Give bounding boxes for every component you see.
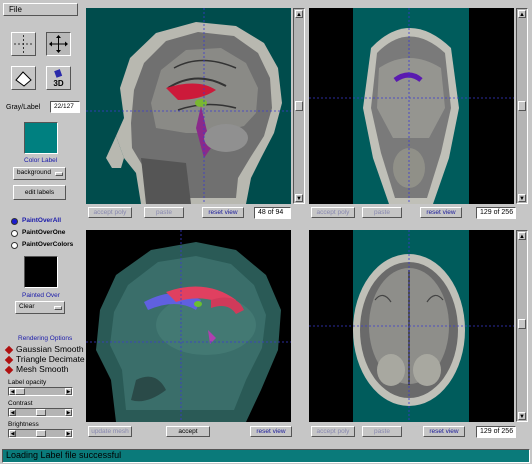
arrow-down-icon[interactable]: ▼ (518, 194, 526, 202)
coronal-slice-field[interactable]: 129 of 256 (476, 207, 516, 219)
arrow-up-icon[interactable]: ▲ (295, 10, 303, 18)
coronal-paste-button[interactable]: paste (362, 207, 402, 218)
label-opacity-caption: Label opacity (8, 379, 47, 386)
coronal-view[interactable] (309, 8, 514, 204)
painted-over-selected: Clear (19, 303, 35, 310)
paint-over-colors-option[interactable]: PaintOverColors (11, 241, 91, 251)
sagittal-view[interactable] (86, 8, 291, 204)
coronal-accept-poly-button[interactable]: accept poly (311, 207, 355, 218)
sagittal-accept-poly-button[interactable]: accept poly (88, 207, 132, 218)
coronal-reset-view-button[interactable]: reset view (420, 207, 462, 218)
arrow-left-icon[interactable]: ◀ (9, 430, 16, 437)
axial-paste-button[interactable]: paste (362, 426, 402, 437)
slider-thumb[interactable] (36, 430, 46, 437)
coronal-scrollbar[interactable]: ▲ ▼ (516, 8, 528, 204)
arrow-right-icon[interactable]: ▶ (65, 409, 72, 416)
axial-accept-poly-button[interactable]: accept poly (311, 426, 355, 437)
move-tool-button[interactable] (46, 32, 71, 56)
paint-over-all-option[interactable]: PaintOverAll (11, 217, 91, 227)
axial-view[interactable] (309, 230, 514, 422)
brightness-caption: Brightness (8, 421, 39, 428)
eraser-tool-button[interactable] (11, 66, 36, 90)
rendering-option-label: Mesh Smooth (16, 364, 69, 374)
painted-over-title: Painted Over (22, 292, 60, 299)
mesh-smooth-option[interactable]: Mesh Smooth (4, 364, 86, 375)
crosshair-tool-button[interactable] (11, 32, 36, 56)
render-3d-image (86, 230, 291, 422)
sagittal-slice-field[interactable]: 48 of 94 (254, 207, 291, 219)
sagittal-scrollbar[interactable]: ▲ ▼ (293, 8, 305, 204)
contrast-slider[interactable]: ◀ ▶ (8, 408, 73, 417)
brightness-slider[interactable]: ◀ ▶ (8, 429, 73, 438)
axial-scrollbar[interactable]: ▲ ▼ (516, 230, 528, 422)
arrow-right-icon[interactable]: ▶ (65, 430, 72, 437)
slider-thumb[interactable] (15, 388, 25, 395)
arrow-down-icon[interactable]: ▼ (295, 194, 303, 202)
rendering-option-label: Gaussian Smooth (16, 344, 84, 354)
contrast-caption: Contrast (8, 400, 33, 407)
coronal-brain-image (309, 8, 514, 204)
diamond-toggle-icon (4, 365, 14, 375)
arrow-left-icon[interactable]: ◀ (9, 409, 16, 416)
scroll-thumb[interactable] (295, 101, 303, 111)
update-mesh-button[interactable]: update mesh (88, 426, 132, 437)
edit-labels-button[interactable]: edit labels (13, 185, 66, 200)
painted-over-swatch[interactable] (24, 256, 58, 288)
3d-label: 3D (53, 79, 64, 88)
dropdown-indicator-icon (54, 306, 62, 310)
paint-mode-label: PaintOverAll (22, 217, 62, 224)
render-accept-button[interactable]: accept (166, 426, 210, 437)
arrow-up-icon[interactable]: ▲ (518, 232, 526, 240)
axial-slice-field[interactable]: 129 of 256 (476, 426, 516, 438)
diamond-toggle-icon (4, 355, 14, 365)
color-label-swatch[interactable] (24, 122, 58, 154)
3d-view-button[interactable]: 3D (46, 66, 71, 90)
diamond-toggle-icon (4, 345, 14, 355)
move-arrows-icon (49, 35, 68, 53)
status-bar: Loading Label file successful (2, 449, 530, 463)
sagittal-brain-image (86, 8, 291, 204)
sagittal-paste-button[interactable]: paste (144, 207, 184, 218)
color-label-dropdown[interactable]: background (13, 167, 66, 180)
radio-unselected-icon (11, 230, 18, 237)
color-label-title: Color Label (24, 157, 58, 164)
gray-label-value: 22/127 (50, 101, 80, 113)
render-3d-view[interactable] (86, 230, 291, 422)
arrow-down-icon[interactable]: ▼ (518, 412, 526, 420)
eraser-icon (15, 71, 32, 87)
radio-unselected-icon (11, 242, 18, 249)
color-label-selected: background (17, 169, 51, 176)
status-message: Loading Label file successful (6, 450, 122, 460)
paint-over-one-option[interactable]: PaintOverOne (11, 229, 91, 239)
axial-reset-view-button[interactable]: reset view (423, 426, 465, 437)
gray-label-caption: Gray/Label (6, 104, 41, 111)
arrow-up-icon[interactable]: ▲ (518, 10, 526, 18)
paint-mode-label: PaintOverOne (22, 229, 66, 236)
slider-thumb[interactable] (36, 409, 46, 416)
radio-selected-icon (11, 218, 18, 225)
file-menu[interactable]: File (3, 3, 78, 16)
crosshair-icon (14, 35, 33, 53)
render-reset-view-button[interactable]: reset view (250, 426, 292, 437)
label-opacity-slider[interactable]: ◀ ▶ (8, 387, 73, 396)
scroll-thumb[interactable] (518, 319, 526, 329)
arrow-right-icon[interactable]: ▶ (65, 388, 72, 395)
rendering-option-label: Triangle Decimate (16, 354, 85, 364)
sagittal-reset-view-button[interactable]: reset view (202, 207, 244, 218)
painted-over-dropdown[interactable]: Clear (15, 301, 65, 314)
paint-mode-label: PaintOverColors (22, 241, 74, 248)
rendering-options-title: Rendering Options (18, 335, 73, 342)
dropdown-indicator-icon (55, 172, 63, 176)
axial-brain-image (309, 230, 514, 422)
scroll-thumb[interactable] (518, 101, 526, 111)
